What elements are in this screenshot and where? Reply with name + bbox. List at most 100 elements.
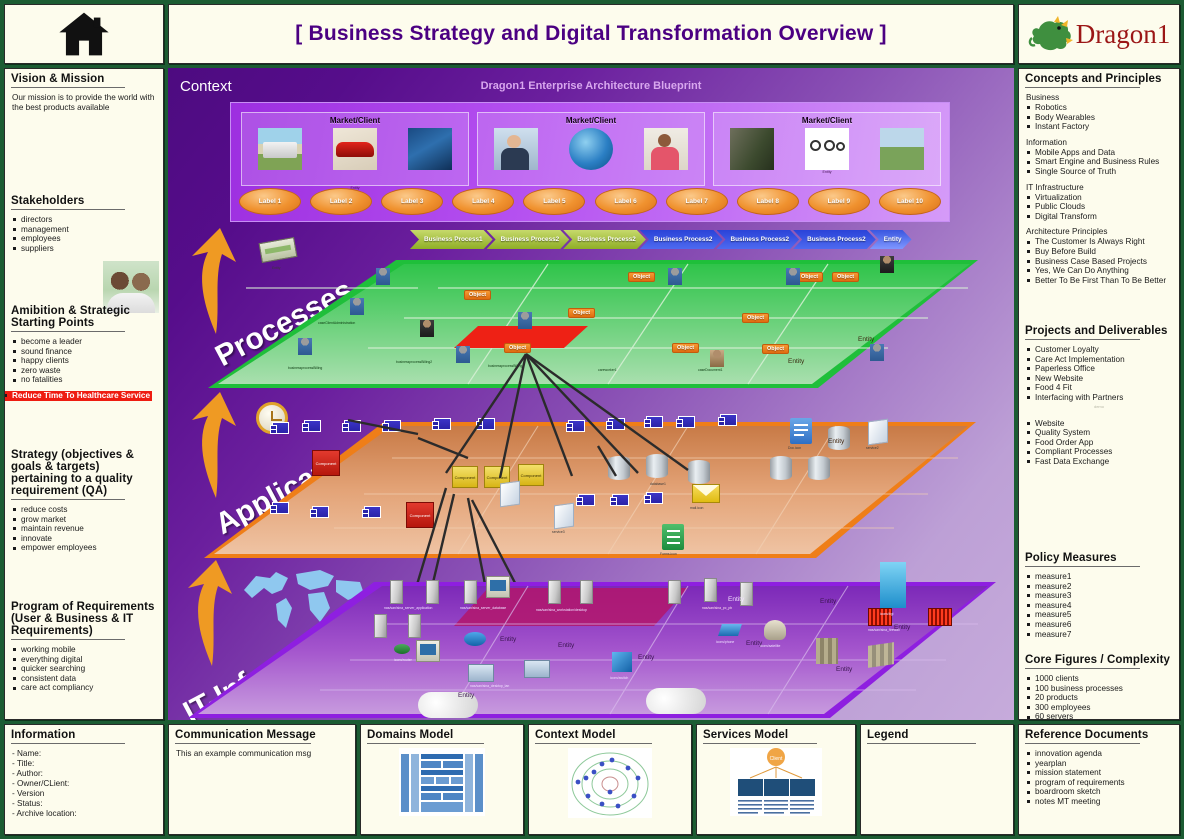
process-chevron[interactable]: Business Process2 xyxy=(487,230,570,249)
application-component-icon[interactable] xyxy=(362,506,381,518)
brand-logo-panel[interactable]: Dragon1 xyxy=(1018,4,1180,64)
context-label-pill[interactable]: Label 6 xyxy=(594,188,657,215)
service-icon[interactable] xyxy=(500,480,520,508)
monitor-icon[interactable] xyxy=(468,664,494,682)
process-object-badge[interactable]: Object xyxy=(742,313,770,323)
firewall-icon[interactable] xyxy=(868,608,892,626)
service-icon[interactable] xyxy=(554,502,574,530)
server-icon[interactable] xyxy=(548,580,561,604)
context-label-pill[interactable]: Label 2 xyxy=(310,188,373,215)
firewall-icon[interactable] xyxy=(928,608,952,626)
application-component-icon[interactable] xyxy=(718,414,737,426)
switch-icon[interactable] xyxy=(612,652,632,672)
application-component-icon[interactable] xyxy=(342,420,361,432)
panel-services-model[interactable]: Services Model Client xyxy=(696,724,856,835)
satellite-icon[interactable] xyxy=(764,620,786,640)
application-component-icon[interactable] xyxy=(270,502,289,514)
context-label-pill[interactable]: Label 7 xyxy=(665,188,728,215)
database-icon[interactable] xyxy=(808,456,830,480)
phone-icon[interactable] xyxy=(718,624,742,636)
server-icon[interactable] xyxy=(668,580,681,604)
application-component-icon[interactable] xyxy=(610,494,629,506)
panel-domains-model[interactable]: Domains Model xyxy=(360,724,524,835)
server-icon[interactable] xyxy=(408,614,421,638)
reference-documents-list: innovation agenda yearplan mission state… xyxy=(1026,749,1172,807)
process-object-badge[interactable]: Object xyxy=(628,272,656,282)
router-icon[interactable] xyxy=(464,632,486,646)
server-icon[interactable] xyxy=(374,614,387,638)
home-icon[interactable] xyxy=(57,11,111,57)
workstation-icon[interactable] xyxy=(416,640,440,662)
process-chevron[interactable]: Business Process2 xyxy=(717,230,800,249)
process-chevron[interactable]: Business Process2 xyxy=(640,230,723,249)
home-panel[interactable] xyxy=(4,4,164,64)
application-component-icon[interactable] xyxy=(432,418,451,430)
process-object-badge[interactable]: Object xyxy=(672,343,700,353)
process-object-badge[interactable]: Object xyxy=(832,272,860,282)
tape-icon[interactable] xyxy=(868,642,894,668)
context-model-thumbnail[interactable] xyxy=(568,748,652,818)
application-component-icon[interactable] xyxy=(676,416,695,428)
application-component-icon[interactable] xyxy=(644,416,663,428)
server-icon[interactable] xyxy=(426,580,439,604)
services-model-thumbnail[interactable]: Client xyxy=(730,748,822,816)
market-client-title: Market/Client xyxy=(801,116,853,125)
context-label-pill[interactable]: Label 1 xyxy=(239,188,301,215)
rack-icon[interactable] xyxy=(816,638,838,664)
router-icon[interactable] xyxy=(394,644,410,654)
database-icon[interactable] xyxy=(688,460,710,484)
component-yellow[interactable]: Component xyxy=(518,464,544,486)
process-object-badge[interactable]: Object xyxy=(504,343,532,353)
application-component-icon[interactable] xyxy=(566,420,585,432)
section-title: Vision & Mission xyxy=(5,69,163,90)
database-icon[interactable] xyxy=(646,454,668,478)
workstation-icon[interactable] xyxy=(486,576,510,598)
domains-model-thumbnail[interactable] xyxy=(399,748,485,816)
server-icon[interactable] xyxy=(704,578,717,602)
context-label-pill[interactable]: Label 4 xyxy=(452,188,515,215)
context-label-pill[interactable]: Label 5 xyxy=(523,188,586,215)
list-item: Instant Factory xyxy=(1026,122,1172,132)
building-icon[interactable] xyxy=(880,562,906,608)
context-label-pill[interactable]: Label 9 xyxy=(807,188,870,215)
section-title: Concepts and Principles xyxy=(1019,69,1179,90)
application-component-icon[interactable] xyxy=(476,418,495,430)
application-component-icon[interactable] xyxy=(606,418,625,430)
list-item: Robotics xyxy=(1026,103,1172,113)
application-component-icon[interactable] xyxy=(644,492,663,504)
monitor-icon[interactable] xyxy=(524,660,550,678)
context-label-pill[interactable]: Label 8 xyxy=(736,188,799,215)
service-icon[interactable] xyxy=(868,418,888,446)
application-component-icon[interactable] xyxy=(302,420,321,432)
forms-icon[interactable] xyxy=(662,524,684,550)
document-icon[interactable] xyxy=(790,418,812,444)
process-chevron[interactable]: Business Process2 xyxy=(563,230,646,249)
component-highlight-red[interactable]: Component xyxy=(406,502,434,528)
process-chevron[interactable]: Business Process2 xyxy=(793,230,876,249)
database-icon[interactable] xyxy=(608,456,630,480)
server-icon[interactable] xyxy=(390,580,403,604)
database-icon[interactable] xyxy=(770,456,792,480)
process-object-badge[interactable]: Object xyxy=(762,344,790,354)
server-icon[interactable] xyxy=(580,580,593,604)
infra-caption: nas/san/sina_workstation/desktop xyxy=(536,608,587,612)
strategy-list: reduce costs grow market maintain revenu… xyxy=(12,505,156,553)
cloud-icon[interactable] xyxy=(646,688,706,714)
process-chevron[interactable]: Business Process1 xyxy=(410,230,493,249)
context-label-pill[interactable]: Label 10 xyxy=(878,188,941,215)
process-object-badge[interactable]: Object xyxy=(796,272,824,282)
panel-context-model[interactable]: Context Model xyxy=(528,724,692,835)
dragon-icon xyxy=(1028,16,1073,51)
application-component-icon[interactable] xyxy=(382,420,401,432)
context-label-pill[interactable]: Label 3 xyxy=(381,188,444,215)
mail-icon[interactable] xyxy=(692,484,720,503)
process-chevron-entity[interactable]: Entity xyxy=(870,230,912,249)
server-icon[interactable] xyxy=(464,580,477,604)
application-component-icon[interactable] xyxy=(270,422,289,434)
application-component-icon[interactable] xyxy=(310,506,329,518)
application-component-icon[interactable] xyxy=(576,494,595,506)
process-object-badge[interactable]: Object xyxy=(568,308,596,318)
process-object-badge[interactable]: Object xyxy=(464,290,492,300)
component-yellow[interactable]: Component xyxy=(452,466,478,488)
component-highlight-red[interactable]: Component xyxy=(312,450,340,476)
